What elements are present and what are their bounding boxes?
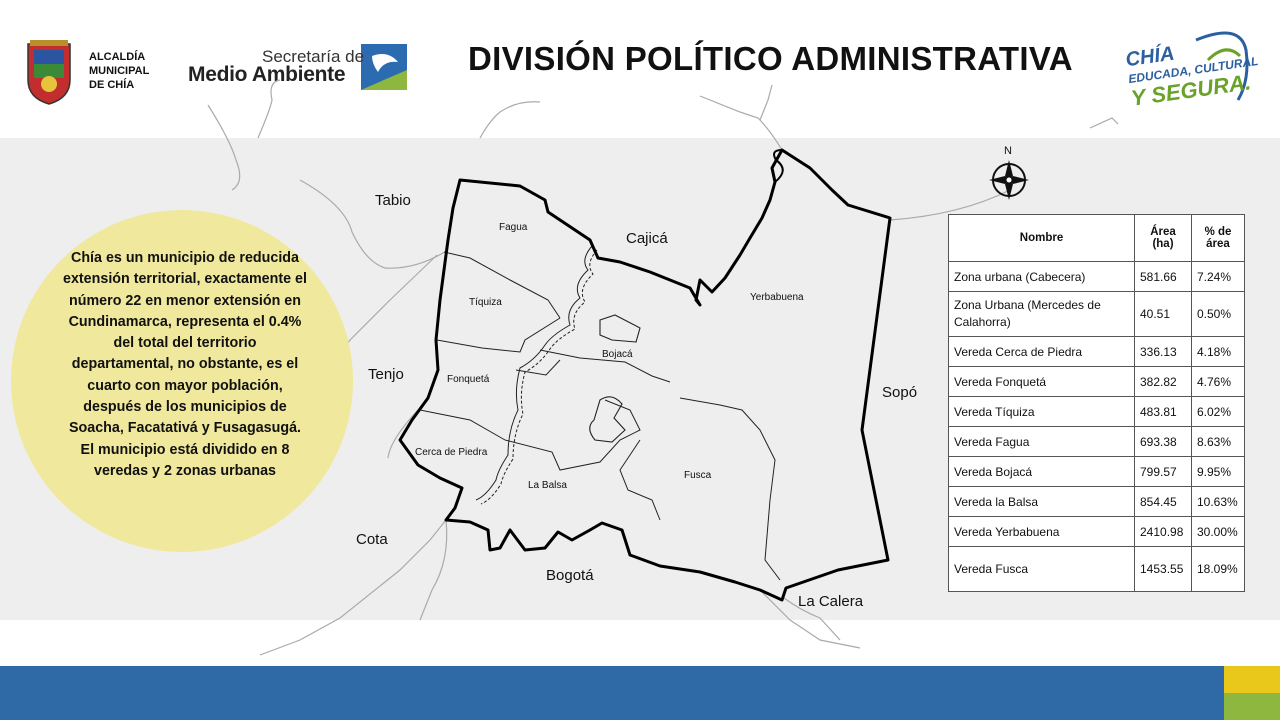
- cell-area: 483.81: [1134, 396, 1192, 427]
- cell-pct: 10.63%: [1191, 486, 1245, 517]
- cell-area: 581.66: [1134, 261, 1192, 292]
- header-nombre: Nombre: [948, 214, 1135, 262]
- vereda-label-fusca: Fusca: [684, 470, 712, 481]
- cell-nombre: Vereda Yerbabuena: [948, 516, 1135, 547]
- cell-area: 799.57: [1134, 456, 1192, 487]
- cell-area: 693.38: [1134, 426, 1192, 457]
- cell-area: 1453.55: [1134, 546, 1192, 592]
- table-row: Vereda Fonquetá 382.82 4.76%: [948, 366, 1245, 397]
- vereda-label-fagua: Fagua: [499, 222, 528, 233]
- cell-area: 336.13: [1134, 336, 1192, 367]
- info-text: Chía es un municipio de reducida extensi…: [63, 250, 307, 479]
- vereda-label-bojaca: Bojacá: [602, 349, 633, 360]
- cell-nombre: Vereda Cerca de Piedra: [948, 336, 1135, 367]
- table-row: Zona Urbana (Mercedes de Calahorra) 40.51…: [948, 291, 1245, 337]
- cell-pct: 6.02%: [1191, 396, 1245, 427]
- cell-nombre: Zona urbana (Cabecera): [948, 261, 1135, 292]
- table-row: Vereda Fagua 693.38 8.63%: [948, 426, 1245, 457]
- table-row: Zona urbana (Cabecera) 581.66 7.24%: [948, 261, 1245, 292]
- table-row: Vereda Tíquiza 483.81 6.02%: [948, 396, 1245, 427]
- neighbor-label-bogota: Bogotá: [546, 567, 594, 584]
- compass-rose-icon: [989, 160, 1029, 200]
- area-table: Nombre Área (ha) % de área Zona urbana (…: [948, 214, 1245, 592]
- cell-nombre: Vereda Bojacá: [948, 456, 1135, 487]
- table-row: Vereda Bojacá 799.57 9.95%: [948, 456, 1245, 487]
- footer-bar: [0, 666, 1280, 720]
- footer-accent-yellow: [1224, 666, 1280, 693]
- vereda-label-yerbabuena: Yerbabuena: [750, 292, 804, 303]
- cell-nombre: Vereda Fonquetá: [948, 366, 1135, 397]
- vereda-label-tiquiza: Tíquiza: [469, 297, 502, 308]
- vereda-label-fonqueta: Fonquetá: [447, 374, 490, 385]
- cell-nombre: Zona Urbana (Mercedes de Calahorra): [948, 291, 1135, 337]
- cell-area: 382.82: [1134, 366, 1192, 397]
- urban-zones: [589, 314, 641, 443]
- cell-pct: 18.09%: [1191, 546, 1245, 592]
- table-row: Vereda Fusca 1453.55 18.09%: [948, 546, 1245, 592]
- cell-nombre: Vereda Tíquiza: [948, 396, 1135, 427]
- neighbor-label-cajica: Cajicá: [626, 230, 668, 247]
- river-line: [475, 245, 598, 505]
- vereda-label-la-balsa: La Balsa: [528, 480, 567, 491]
- cell-nombre: Vereda Fusca: [948, 546, 1135, 592]
- cell-pct: 30.00%: [1191, 516, 1245, 547]
- header-area: Área (ha): [1134, 214, 1192, 262]
- footer-accent-green: [1224, 693, 1280, 720]
- cell-pct: 4.18%: [1191, 336, 1245, 367]
- cell-pct: 7.24%: [1191, 261, 1245, 292]
- cell-pct: 9.95%: [1191, 456, 1245, 487]
- table-row: Vereda Yerbabuena 2410.98 30.00%: [948, 516, 1245, 547]
- cell-area: 854.45: [1134, 486, 1192, 517]
- table-row: Vereda Cerca de Piedra 336.13 4.18%: [948, 336, 1245, 367]
- cell-nombre: Vereda la Balsa: [948, 486, 1135, 517]
- table-header-row: Nombre Área (ha) % de área: [948, 214, 1245, 262]
- table-row: Vereda la Balsa 854.45 10.63%: [948, 486, 1245, 517]
- neighbor-label-la-calera: La Calera: [798, 593, 864, 610]
- neighbor-label-tabio: Tabio: [375, 192, 411, 209]
- cell-pct: 8.63%: [1191, 426, 1245, 457]
- cell-nombre: Vereda Fagua: [948, 426, 1135, 457]
- neighbor-label-tenjo: Tenjo: [368, 366, 404, 383]
- cell-area: 40.51: [1134, 291, 1192, 337]
- cell-pct: 0.50%: [1191, 291, 1245, 337]
- cell-area: 2410.98: [1134, 516, 1192, 547]
- vereda-label-cerca-de-piedra: Cerca de Piedra: [415, 447, 488, 458]
- neighbor-label-cota: Cota: [356, 531, 388, 548]
- neighbor-label-sopo: Sopó: [882, 384, 918, 401]
- header-pct: % de área: [1191, 214, 1245, 262]
- cell-pct: 4.76%: [1191, 366, 1245, 397]
